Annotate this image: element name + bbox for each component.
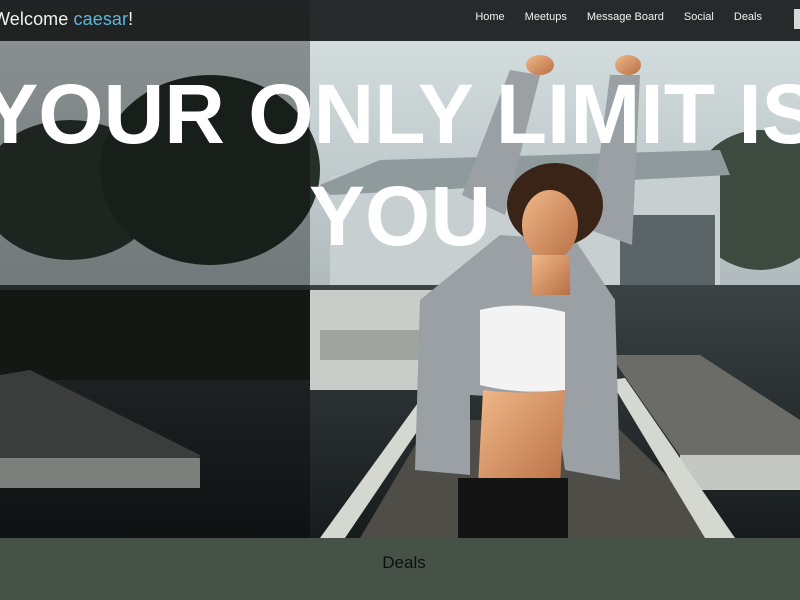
nav-overflow-edge: [794, 9, 800, 29]
page: Welcome caesar! Home Meetups Message Boa…: [0, 0, 800, 600]
welcome-prefix: Welcome: [0, 9, 74, 29]
welcome-message: Welcome caesar!: [0, 9, 133, 30]
nav-link-home[interactable]: Home: [465, 11, 514, 23]
username-link[interactable]: caesar: [74, 9, 129, 29]
headline-line-1: YOUR ONLY LIMIT IS: [0, 67, 800, 161]
main-nav: Home Meetups Message Board Social Deals: [465, 11, 772, 23]
nav-link-message-board[interactable]: Message Board: [577, 11, 674, 23]
nav-link-deals[interactable]: Deals: [724, 11, 772, 23]
welcome-suffix: !: [128, 9, 134, 29]
section-title: Deals: [382, 553, 426, 572]
hero-headline: YOUR ONLY LIMIT IS YOU: [0, 62, 800, 268]
nav-link-social[interactable]: Social: [674, 11, 724, 23]
top-navbar: Welcome caesar! Home Meetups Message Boa…: [0, 0, 800, 41]
headline-line-2: YOU: [308, 169, 492, 263]
nav-link-meetups[interactable]: Meetups: [515, 11, 577, 23]
